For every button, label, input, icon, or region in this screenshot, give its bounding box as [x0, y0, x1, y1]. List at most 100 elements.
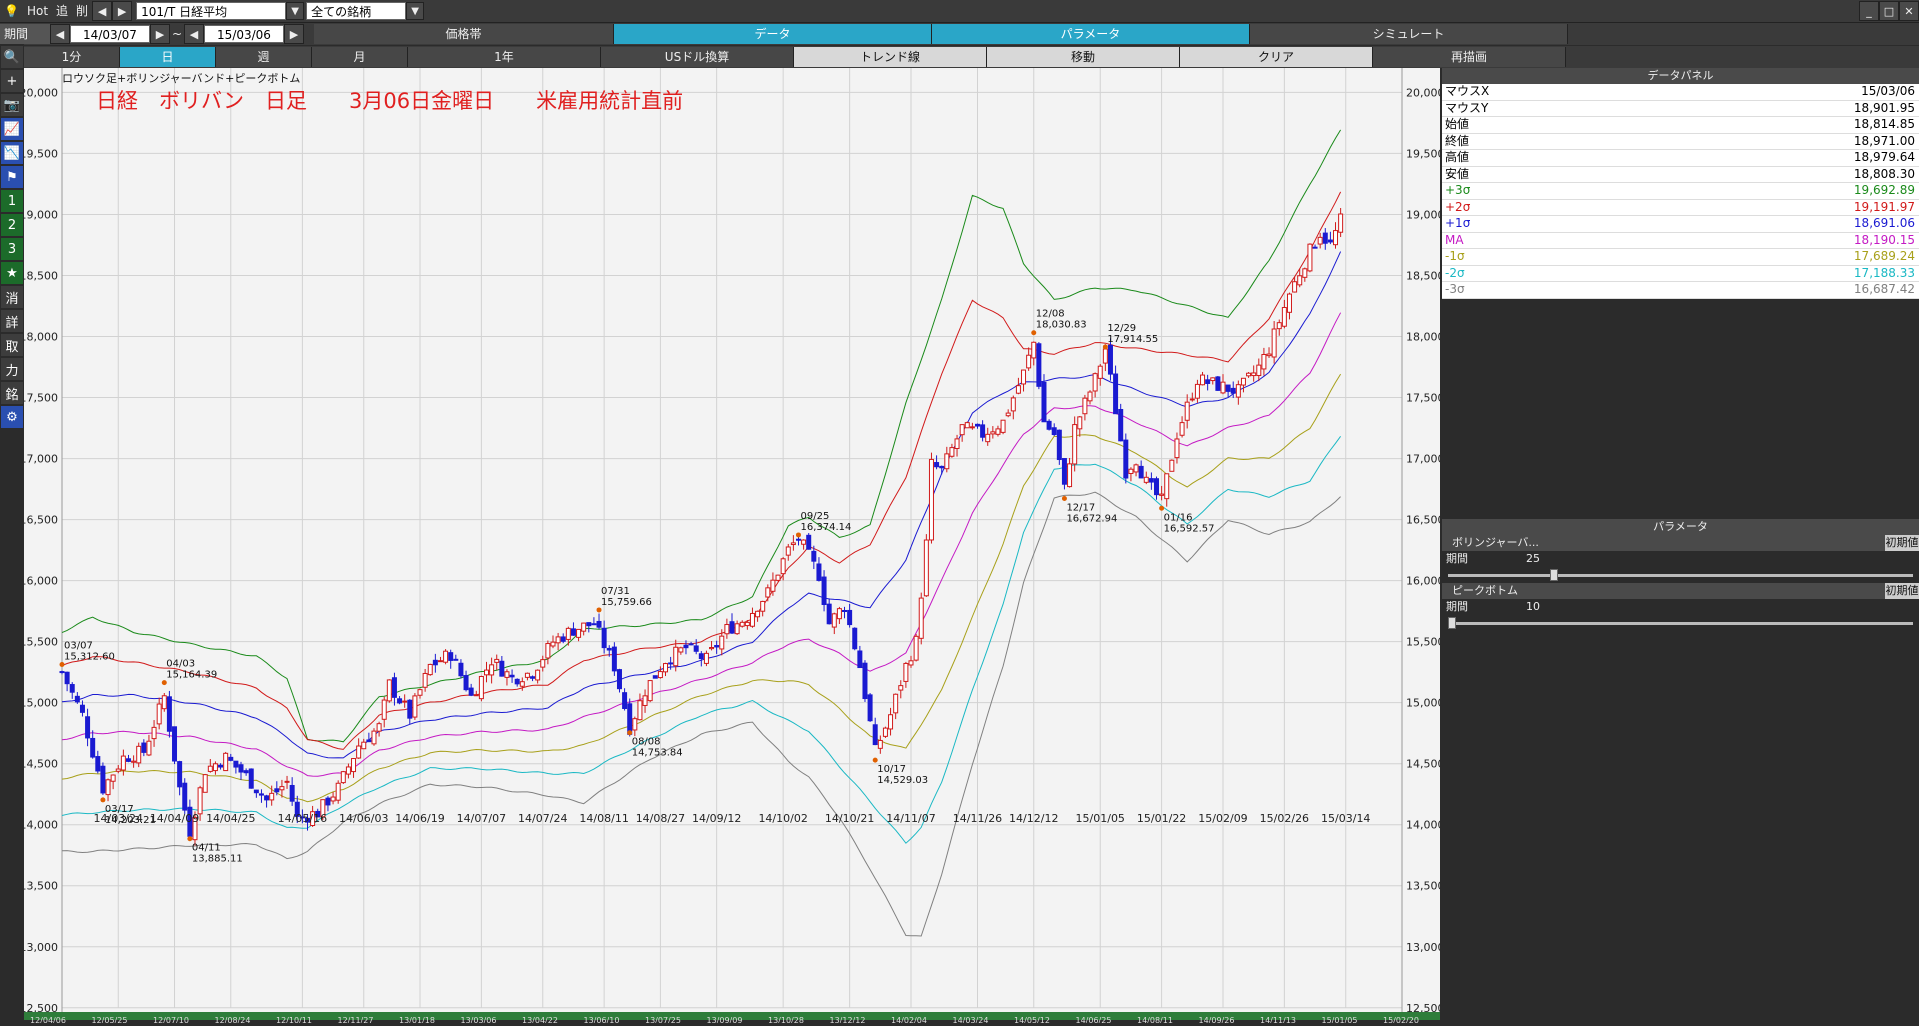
end-date-input[interactable]: 15/03/06 [204, 25, 284, 43]
prev-date-icon[interactable]: ◀ [184, 24, 204, 44]
tab-2[interactable]: データ [614, 24, 932, 44]
tool-button-14[interactable]: 力 [1, 358, 23, 380]
minimize-icon[interactable]: _ [1859, 1, 1879, 21]
start-date-input[interactable]: 14/03/07 [70, 25, 150, 43]
timeframe-tab-5[interactable]: 1年 [408, 47, 601, 67]
close-icon[interactable]: ✕ [1899, 1, 1919, 21]
next-symbol-icon[interactable]: ▶ [112, 1, 133, 21]
tool-button-10[interactable]: ★ [1, 262, 23, 284]
peak-date: 09/25 [800, 511, 829, 522]
chart-area[interactable]: 03/07 15,312.60 03/17 14,203.21 04/03 15,164.… [20, 68, 1445, 1020]
bulb-icon[interactable]: 💡 [0, 1, 23, 21]
candle-body [504, 671, 510, 678]
y-tick-label-left: 14,000 [24, 819, 58, 832]
data-key: MA [1445, 232, 1464, 247]
peak-date: 01/16 [1164, 512, 1193, 523]
data-panel-title: データパネル [1442, 68, 1919, 84]
candle-body [934, 462, 940, 468]
date-separator: ~ [171, 27, 183, 41]
timeframe-tab-9[interactable]: クリア [1180, 47, 1373, 67]
timeframe-tab-10[interactable]: 再描画 [1373, 47, 1566, 67]
param-group-name: ピークボトム [1452, 583, 1518, 597]
timeframe-tab-1[interactable]: 1分 [24, 47, 120, 67]
chevron-down-icon[interactable]: ▼ [406, 2, 425, 20]
reset-button[interactable]: 初期値 [1885, 582, 1919, 599]
hot-button[interactable]: Hot [23, 1, 52, 21]
tab-4[interactable]: シミュレート [1250, 24, 1568, 44]
candle-body [509, 674, 515, 678]
candle-body [1164, 473, 1170, 500]
add-button[interactable]: 追 [52, 1, 72, 21]
gear-icon[interactable]: ⚙ [1, 406, 23, 428]
tool-button-13[interactable]: 取 [1, 334, 23, 356]
tool-button-8[interactable]: 2 [1, 214, 23, 236]
peak-date: 12/08 [1036, 309, 1065, 320]
candle-body [484, 669, 490, 676]
tab-3[interactable]: パラメータ [932, 24, 1250, 44]
timeframe-tab-8[interactable]: 移動 [987, 47, 1180, 67]
y-axes: 12,50012,50013,00013,00013,50013,50014,0… [20, 86, 1445, 1014]
candle-body [146, 740, 152, 756]
timeframe-tab-6[interactable]: USドル換算 [601, 47, 794, 67]
candle-body [882, 727, 888, 737]
line-chart-icon[interactable]: 📈 [1, 118, 23, 140]
candle-body [361, 741, 367, 750]
tool-button-15[interactable]: 銘 [1, 382, 23, 404]
candle-chart-icon[interactable]: 📉 [1, 142, 23, 164]
candle-body [1317, 236, 1323, 245]
y-tick-label-left: 17,500 [24, 392, 58, 405]
prev-symbol-icon[interactable]: ◀ [92, 1, 113, 21]
candle-body [1026, 354, 1032, 369]
peak-date: 03/07 [64, 641, 93, 652]
candle-body [877, 739, 883, 749]
candle-body [494, 658, 500, 663]
search-icon[interactable]: 🔍 [1, 46, 23, 68]
period-label: 期間 [0, 24, 50, 44]
candle-body [744, 621, 750, 627]
candle-body [345, 766, 351, 775]
tool-button-12[interactable]: 詳 [1, 310, 23, 332]
tool-button-9[interactable]: 3 [1, 238, 23, 260]
candle-body [1051, 427, 1057, 435]
timeframe-tab-2[interactable]: 日 [120, 47, 216, 67]
reset-button[interactable]: 初期値 [1885, 534, 1919, 551]
candle-body [376, 723, 382, 732]
universe-select[interactable]: 全ての銘柄 [306, 2, 407, 20]
data-key: 始値 [1445, 117, 1470, 131]
tool-button-11[interactable]: 消 [1, 286, 23, 308]
candle-body [550, 641, 556, 647]
prev-date-icon[interactable]: ◀ [50, 24, 70, 44]
slider-thumb[interactable] [1550, 568, 1559, 581]
period-slider[interactable] [1448, 568, 1913, 581]
timeframe-tab-7[interactable]: トレンド線 [794, 47, 987, 67]
candle-body [371, 730, 377, 745]
crosshair-icon[interactable]: + [1, 70, 23, 92]
slider-thumb[interactable] [1448, 616, 1456, 629]
chevron-down-icon[interactable]: ▼ [286, 2, 305, 20]
tab-1[interactable]: 価格帯 [314, 24, 614, 44]
candle-body [893, 693, 899, 714]
timeline-strip[interactable]: 12/04/06 12/05/25 12/07/10 12/08/24 12/10/11… [24, 1012, 1440, 1025]
symbol-input[interactable]: 101/T 日経平均 [136, 2, 287, 20]
candle-body [212, 763, 218, 772]
candle-body [1067, 463, 1073, 488]
chart-svg[interactable]: 03/0715,312.6003/1714,203.2104/0315,164.… [20, 68, 1445, 1020]
candle-body [637, 700, 643, 721]
period-value[interactable]: 25 [1526, 551, 1556, 567]
flag-icon[interactable]: ⚑ [1, 166, 23, 188]
maximize-icon[interactable]: □ [1879, 1, 1899, 21]
y-tick-label-left: 15,500 [24, 636, 58, 649]
next-date-icon[interactable]: ▶ [150, 24, 170, 44]
period-slider[interactable] [1448, 616, 1913, 629]
candle-body [253, 789, 259, 794]
period-value[interactable]: 10 [1526, 599, 1556, 615]
y-tick-label-right: 15,500 [1406, 636, 1440, 649]
data-value: 15/03/06 [1861, 84, 1915, 98]
timeframe-tab-3[interactable]: 週 [216, 47, 312, 67]
next-date-icon[interactable]: ▶ [284, 24, 304, 44]
camera-icon[interactable]: 📷 [1, 94, 23, 116]
timeframe-tab-4[interactable]: 月 [312, 47, 408, 67]
y-tick-label-left: 17,000 [24, 453, 58, 466]
tool-button-7[interactable]: 1 [1, 190, 23, 212]
delete-button[interactable]: 削 [72, 1, 92, 21]
